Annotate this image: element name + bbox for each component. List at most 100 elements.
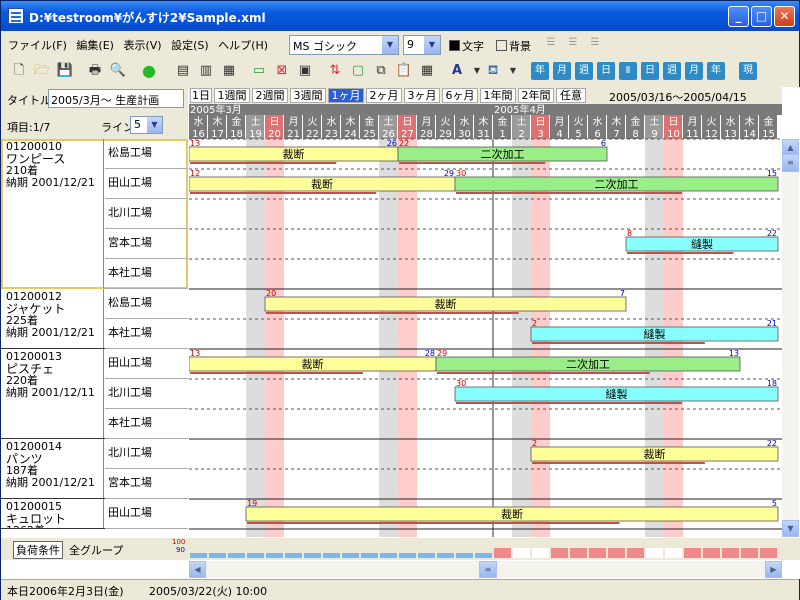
factory-label[interactable]: 本社工場 bbox=[105, 409, 188, 439]
hscroll-thumb[interactable]: ≡ bbox=[479, 561, 497, 578]
delete-bar-icon[interactable]: ⊠ bbox=[272, 61, 292, 81]
range-button-6[interactable]: 3ヶ月 bbox=[404, 88, 440, 103]
scroll-thumb[interactable]: ≡ bbox=[782, 154, 799, 172]
link-icon[interactable]: ⧉ bbox=[371, 61, 391, 81]
sort-icon[interactable]: ⇅ bbox=[325, 61, 345, 81]
add-bar-icon[interactable]: ▭ bbox=[249, 61, 269, 81]
day-number-label: 17 bbox=[211, 129, 224, 140]
font-color-icon[interactable]: A bbox=[447, 61, 467, 81]
factory-label[interactable]: 北川工場 bbox=[105, 439, 188, 469]
nav-prev-day-button[interactable]: 日 bbox=[597, 62, 615, 80]
scroll-down-icon[interactable]: ▼ bbox=[782, 520, 799, 537]
task-label: 裁断 bbox=[302, 357, 324, 371]
layout-2-icon[interactable]: ▥ bbox=[196, 61, 216, 81]
range-button-3[interactable]: 3週間 bbox=[290, 88, 326, 103]
line-count-select[interactable]: 5 ▼ bbox=[130, 116, 163, 134]
load-bar-cell bbox=[399, 553, 416, 558]
vertical-scrollbar[interactable]: ▲ ≡ ▼ bbox=[782, 139, 799, 537]
weekday-label: 水 bbox=[593, 116, 603, 128]
menu-view[interactable]: 表示(V) bbox=[120, 33, 164, 57]
maximize-button[interactable]: □ bbox=[751, 6, 772, 27]
factory-label[interactable]: 田山工場 bbox=[105, 499, 188, 529]
weekday-label: 火 bbox=[574, 116, 584, 128]
menu-settings[interactable]: 設定(S) bbox=[168, 33, 212, 57]
task-end-day: 18 bbox=[767, 379, 777, 388]
range-button-1[interactable]: 1週間 bbox=[214, 88, 250, 103]
task-start-day: 2 bbox=[532, 439, 537, 448]
title-input[interactable]: 2005/3月～ 生産計画 bbox=[48, 89, 184, 108]
clipboard-icon[interactable]: 📋 bbox=[394, 61, 414, 81]
factory-label[interactable]: 本社工場 bbox=[105, 259, 188, 289]
range-button-5[interactable]: 2ヶ月 bbox=[366, 88, 402, 103]
item-row[interactable]: 01200012 ジャケット 225着 納期 2001/12/21 松島工場 本社工場 bbox=[1, 289, 188, 349]
status-green-icon[interactable]: ● bbox=[139, 61, 159, 81]
horizontal-scrollbar[interactable]: ◀ ≡ ▶ bbox=[189, 561, 782, 578]
load-bar-cell bbox=[722, 548, 739, 558]
layout-3-icon[interactable]: ▦ bbox=[219, 61, 239, 81]
grid-icon[interactable]: ▦ bbox=[417, 61, 437, 81]
item-row[interactable]: 01200014 パンツ 187着 納期 2001/12/21 北川工場 宮本工場 bbox=[1, 439, 188, 499]
minimize-button[interactable]: _ bbox=[728, 6, 749, 27]
day-number-label: 31 bbox=[477, 129, 490, 140]
factory-label[interactable]: 宮本工場 bbox=[105, 469, 188, 499]
item-row[interactable]: 01200010 ワンピース 210着 納期 2001/12/21 松島工場 田山工場 北川… bbox=[1, 139, 188, 289]
nav-next-year-button[interactable]: 年 bbox=[707, 62, 725, 80]
item-row[interactable]: 01200013 ピスチェ 220着 納期 2001/12/11 田山工場 北川工場 本社工… bbox=[1, 349, 188, 439]
factory-label[interactable]: 本社工場 bbox=[105, 319, 188, 349]
nav-current-button[interactable]: 現 bbox=[739, 62, 757, 80]
factory-label[interactable]: 松島工場 bbox=[105, 139, 188, 169]
gantt-chart[interactable]: 1日 1週間 2週間 3週間 1ヶ月 2ヶ月 3ヶ月 6ヶ月 1年間 2年間 任意 2005/03/… bbox=[189, 87, 782, 537]
menu-edit[interactable]: 編集(E) bbox=[73, 33, 117, 57]
nav-pause-button[interactable]: Ⅱ bbox=[619, 62, 637, 80]
font-size-select[interactable]: 9 ▼ bbox=[403, 35, 441, 55]
text-color-label: 文字 bbox=[462, 40, 484, 53]
new-file-icon[interactable]: 🗋 bbox=[9, 61, 29, 81]
range-button-8[interactable]: 1年間 bbox=[480, 88, 516, 103]
range-button-7[interactable]: 6ヶ月 bbox=[442, 88, 478, 103]
title-bar[interactable]: D:¥testroom¥がんすけ2¥Sample.xml _ □ ✕ bbox=[1, 1, 799, 31]
scroll-left-icon[interactable]: ◀ bbox=[189, 561, 206, 578]
range-button-0[interactable]: 1日 bbox=[190, 88, 212, 103]
range-button-9[interactable]: 2年間 bbox=[518, 88, 554, 103]
menu-bar: ファイル(F) 編集(E) 表示(V) 設定(S) ヘルプ(H) bbox=[5, 33, 283, 57]
print-preview-icon[interactable]: 🔍 bbox=[108, 61, 128, 81]
chevron-down-icon[interactable]: ▼ bbox=[503, 61, 523, 81]
menu-help[interactable]: ヘルプ(H) bbox=[215, 33, 271, 57]
group-icon[interactable]: ▢ bbox=[348, 61, 368, 81]
factory-label[interactable]: 田山工場 bbox=[105, 169, 188, 199]
range-button-10[interactable]: 任意 bbox=[556, 88, 586, 103]
item-row[interactable]: 01200015キュロット1262着田山工場 bbox=[1, 499, 188, 529]
text-color-checkbox[interactable]: 文字 bbox=[449, 38, 484, 54]
range-button-2[interactable]: 2週間 bbox=[252, 88, 288, 103]
day-number-label: 3 bbox=[537, 129, 543, 140]
nav-prev-week-button[interactable]: 週 bbox=[575, 62, 593, 80]
background-checkbox[interactable]: 背景 bbox=[496, 38, 531, 54]
factory-label[interactable]: 松島工場 bbox=[105, 289, 188, 319]
factory-label[interactable]: 宮本工場 bbox=[105, 229, 188, 259]
layout-1-icon[interactable]: ▤ bbox=[173, 61, 193, 81]
close-button[interactable]: ✕ bbox=[774, 6, 795, 27]
nav-prev-year-button[interactable]: 年 bbox=[531, 62, 549, 80]
load-condition-button[interactable]: 負荷条件 bbox=[13, 541, 63, 559]
menu-file[interactable]: ファイル(F) bbox=[5, 33, 70, 57]
save-icon[interactable]: 💾 bbox=[55, 61, 75, 81]
range-button-4[interactable]: 1ヶ月 bbox=[328, 88, 364, 103]
align-center-icon[interactable]: ☰ bbox=[563, 33, 583, 53]
properties-icon[interactable]: ▣ bbox=[295, 61, 315, 81]
font-family-select[interactable]: MS ゴシック ▼ bbox=[289, 35, 399, 55]
task-end-day: 28 bbox=[425, 349, 435, 358]
nav-next-day-button[interactable]: 日 bbox=[641, 62, 659, 80]
factory-label[interactable]: 北川工場 bbox=[105, 199, 188, 229]
nav-prev-month-button[interactable]: 月 bbox=[553, 62, 571, 80]
gantt-grid[interactable]: 2005年3月 2005年4月水16木17金18土19日20月21火22水23木2… bbox=[189, 104, 782, 537]
print-icon[interactable]: 🖶 bbox=[85, 61, 105, 81]
factory-label[interactable]: 北川工場 bbox=[105, 379, 188, 409]
align-right-icon[interactable]: ☰ bbox=[585, 33, 605, 53]
align-left-icon[interactable]: ☰ bbox=[541, 33, 561, 53]
factory-label[interactable]: 田山工場 bbox=[105, 349, 188, 379]
fill-color-icon[interactable]: ⛾ bbox=[483, 61, 503, 81]
scroll-right-icon[interactable]: ▶ bbox=[765, 561, 782, 578]
nav-next-month-button[interactable]: 月 bbox=[685, 62, 703, 80]
open-folder-icon[interactable]: 🗁 bbox=[32, 61, 52, 81]
nav-next-week-button[interactable]: 週 bbox=[663, 62, 681, 80]
